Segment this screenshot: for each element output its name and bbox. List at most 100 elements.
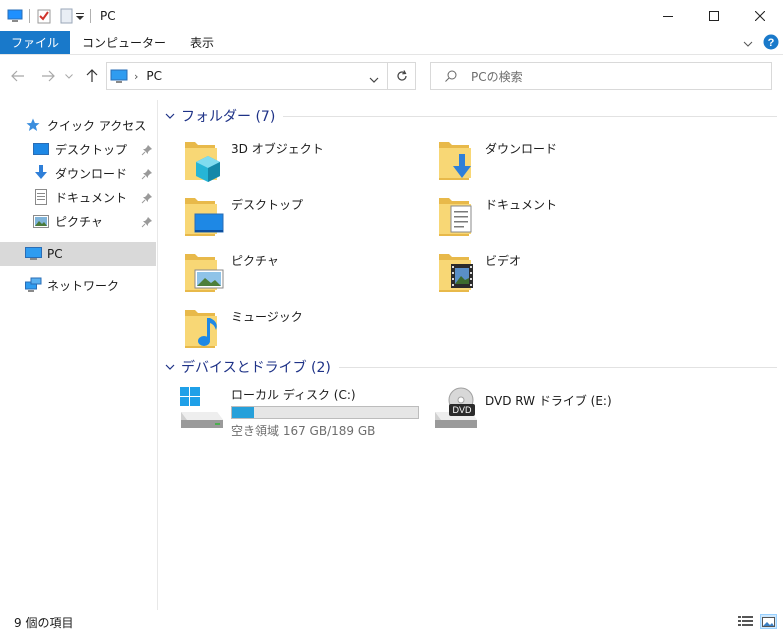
pin-icon[interactable] bbox=[141, 144, 153, 156]
drive-local-c[interactable]: ローカル ディスク (C:) 空き領域 167 GB/189 GB bbox=[179, 386, 419, 438]
group-title: デバイスとドライブ (2) bbox=[181, 360, 331, 376]
folder-desktop[interactable]: デスクトップ bbox=[183, 192, 413, 242]
up-button[interactable] bbox=[82, 66, 102, 86]
group-title: フォルダー (7) bbox=[181, 109, 276, 125]
tab-computer[interactable]: コンピューター bbox=[70, 31, 178, 54]
collapse-chevron-icon bbox=[165, 113, 175, 119]
address-history-chevron-icon[interactable] bbox=[369, 72, 379, 86]
documents-folder-icon bbox=[437, 192, 479, 240]
navigation-pane: クイック アクセス デスクトップ ダウンロード ドキュメント ピクチャ PC ネ… bbox=[0, 100, 158, 610]
refresh-button[interactable] bbox=[388, 62, 416, 90]
videos-folder-icon bbox=[437, 248, 479, 296]
content-pane: フォルダー (7) 3D オブジェクト ダウンロード デスクトップ ドキュメント… bbox=[159, 100, 783, 610]
sidebar-item-pc[interactable]: PC bbox=[0, 242, 156, 266]
chevron-down-icon bbox=[65, 73, 73, 79]
forward-arrow-icon bbox=[42, 70, 55, 82]
star-icon bbox=[24, 116, 42, 134]
properties-icon[interactable] bbox=[35, 7, 53, 25]
maximize-icon bbox=[709, 10, 719, 21]
folder-documents[interactable]: ドキュメント bbox=[437, 192, 667, 242]
pc-icon bbox=[110, 69, 128, 84]
folder-name: ミュージック bbox=[231, 310, 303, 324]
address-bar[interactable]: › PC bbox=[106, 62, 388, 90]
item-count: 9 個の項目 bbox=[14, 615, 74, 630]
back-button[interactable] bbox=[8, 66, 28, 86]
sidebar-item-label: ドキュメント bbox=[55, 190, 128, 205]
folder-music[interactable]: ミュージック bbox=[183, 304, 413, 354]
pin-icon[interactable] bbox=[141, 168, 153, 180]
music-folder-icon bbox=[183, 304, 225, 352]
group-header-folders[interactable]: フォルダー (7) bbox=[165, 106, 777, 126]
folder-name: ビデオ bbox=[485, 254, 522, 268]
svg-text:?: ? bbox=[768, 37, 775, 49]
forward-button[interactable] bbox=[38, 66, 58, 86]
minimize-icon bbox=[663, 15, 673, 17]
breadcrumb-location[interactable]: PC bbox=[146, 69, 162, 83]
recent-locations-button[interactable] bbox=[63, 66, 75, 86]
status-bar: 9 個の項目 bbox=[0, 610, 783, 634]
customize-toolbar-chevron-icon[interactable] bbox=[75, 7, 85, 25]
collapse-chevron-icon bbox=[165, 364, 175, 370]
up-arrow-icon bbox=[86, 69, 98, 82]
breadcrumb-separator-icon[interactable]: › bbox=[134, 70, 138, 83]
dvd-label: DVD bbox=[452, 405, 472, 415]
sidebar-item-network[interactable]: ネットワーク bbox=[24, 274, 119, 296]
help-icon[interactable]: ? bbox=[763, 34, 779, 53]
drive-dvd-e[interactable]: DVD DVD RW ドライブ (E:) bbox=[433, 386, 612, 436]
folder-videos[interactable]: ビデオ bbox=[437, 248, 667, 298]
search-icon bbox=[445, 70, 457, 82]
drive-usage-fill bbox=[232, 407, 254, 418]
sidebar-item-desktop[interactable]: デスクトップ bbox=[32, 138, 127, 160]
pictures-folder-icon bbox=[183, 248, 225, 296]
folder-pictures[interactable]: ピクチャ bbox=[183, 248, 413, 298]
sidebar-item-pictures[interactable]: ピクチャ bbox=[32, 210, 103, 232]
3d-objects-folder-icon bbox=[183, 136, 225, 184]
desktop-folder-icon bbox=[183, 192, 225, 240]
sidebar-item-label: クイック アクセス bbox=[47, 118, 147, 133]
expand-ribbon-chevron-icon[interactable] bbox=[743, 36, 753, 50]
pc-app-icon[interactable] bbox=[6, 7, 24, 25]
drive-name: ローカル ディスク (C:) bbox=[231, 388, 356, 402]
large-icons-view-button[interactable] bbox=[760, 614, 777, 629]
ribbon-tabs: ファイル コンピューター 表示 ? bbox=[0, 31, 783, 55]
drive-usage-bar bbox=[231, 406, 419, 419]
folder-name: 3D オブジェクト bbox=[231, 142, 324, 156]
minimize-button[interactable] bbox=[645, 0, 691, 31]
drive-free-space: 空き領域 167 GB/189 GB bbox=[231, 424, 376, 438]
title-bar: PC bbox=[0, 0, 783, 31]
desktop-icon bbox=[32, 140, 50, 158]
folder-name: ダウンロード bbox=[485, 142, 558, 156]
back-arrow-icon bbox=[11, 70, 24, 82]
folder-downloads[interactable]: ダウンロード bbox=[437, 136, 667, 186]
network-icon bbox=[24, 276, 42, 294]
pin-icon[interactable] bbox=[141, 216, 153, 228]
close-button[interactable] bbox=[737, 0, 783, 31]
tab-view[interactable]: 表示 bbox=[178, 31, 226, 54]
sidebar-item-quick-access[interactable]: クイック アクセス bbox=[24, 114, 146, 136]
details-view-button[interactable] bbox=[737, 614, 754, 629]
sidebar-item-label: デスクトップ bbox=[55, 142, 128, 157]
search-input[interactable]: PCの検索 bbox=[430, 62, 772, 90]
download-arrow-icon bbox=[32, 164, 50, 182]
maximize-button[interactable] bbox=[691, 0, 737, 31]
folder-name: デスクトップ bbox=[231, 198, 304, 212]
folder-name: ピクチャ bbox=[231, 254, 279, 268]
windows-drive-icon bbox=[179, 386, 227, 430]
search-placeholder: PCの検索 bbox=[471, 69, 523, 84]
picture-icon bbox=[32, 212, 50, 230]
sidebar-item-label: PC bbox=[47, 247, 63, 261]
window-title: PC bbox=[100, 8, 116, 23]
toolbar-separator bbox=[29, 8, 30, 23]
dvd-drive-icon: DVD bbox=[433, 386, 481, 430]
sidebar-item-downloads[interactable]: ダウンロード bbox=[32, 162, 127, 184]
refresh-icon bbox=[396, 70, 407, 81]
toolbar-separator bbox=[90, 8, 91, 23]
tab-file[interactable]: ファイル bbox=[0, 31, 71, 54]
group-header-devices[interactable]: デバイスとドライブ (2) bbox=[165, 357, 777, 377]
pc-icon bbox=[24, 245, 42, 263]
folder-3d-objects[interactable]: 3D オブジェクト bbox=[183, 136, 413, 186]
new-folder-icon[interactable] bbox=[57, 7, 75, 25]
pin-icon[interactable] bbox=[141, 192, 153, 204]
sidebar-item-documents[interactable]: ドキュメント bbox=[32, 186, 127, 208]
group-divider bbox=[283, 115, 777, 117]
